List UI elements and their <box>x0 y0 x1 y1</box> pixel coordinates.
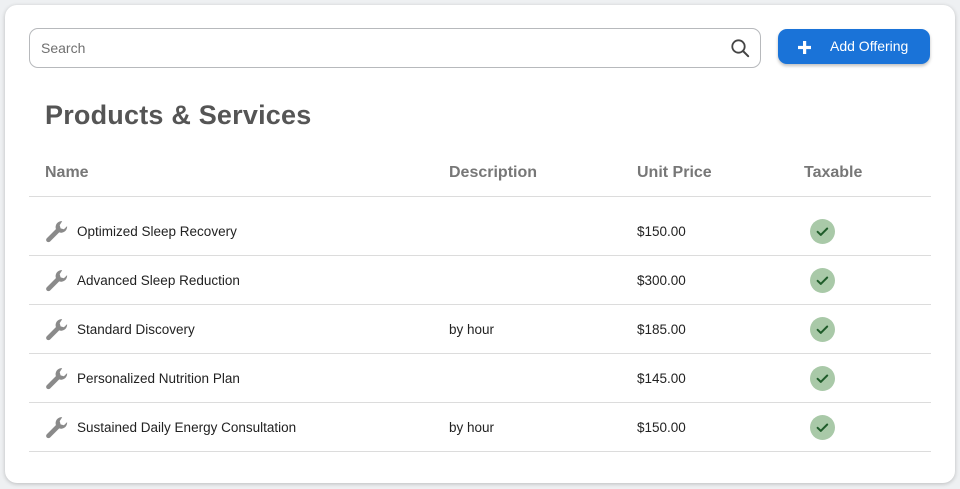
offering-name: Standard Discovery <box>77 322 195 337</box>
table-row[interactable]: Advanced Sleep Reduction $300.00 <box>29 256 931 305</box>
wrench-icon <box>46 221 68 243</box>
table-row[interactable]: Personalized Nutrition Plan $145.00 <box>29 354 931 403</box>
offering-name: Advanced Sleep Reduction <box>77 273 240 288</box>
check-circle-icon <box>810 415 835 440</box>
search-input[interactable] <box>41 29 721 67</box>
column-header-unit-price[interactable]: Unit Price <box>637 163 712 183</box>
table-row[interactable]: Optimized Sleep Recovery $150.00 <box>29 207 931 256</box>
table-row[interactable]: Standard Discovery by hour $185.00 <box>29 305 931 354</box>
wrench-icon <box>46 319 68 341</box>
column-header-description[interactable]: Description <box>449 163 537 183</box>
table-header: Name Description Unit Price Taxable <box>29 153 931 197</box>
add-offering-button[interactable]: Add Offering <box>778 29 930 64</box>
plus-icon <box>798 41 811 54</box>
offering-price: $150.00 <box>637 420 686 435</box>
column-header-name[interactable]: Name <box>45 163 89 183</box>
check-circle-icon <box>810 317 835 342</box>
table-row[interactable]: Sustained Daily Energy Consultation by h… <box>29 403 931 452</box>
offering-price: $185.00 <box>637 322 686 337</box>
offering-name: Optimized Sleep Recovery <box>77 224 237 239</box>
offering-price: $300.00 <box>637 273 686 288</box>
check-circle-icon <box>810 366 835 391</box>
wrench-icon <box>46 368 68 390</box>
offering-name: Personalized Nutrition Plan <box>77 371 240 386</box>
offering-name: Sustained Daily Energy Consultation <box>77 420 297 435</box>
search-box <box>29 28 761 68</box>
offering-description: by hour <box>449 420 495 435</box>
offering-description: by hour <box>449 322 495 337</box>
products-card: Add Offering Products & Services Name De… <box>5 5 955 483</box>
check-circle-icon <box>810 219 835 244</box>
page-title: Products & Services <box>45 100 312 130</box>
column-header-taxable[interactable]: Taxable <box>804 163 862 183</box>
wrench-icon <box>46 270 68 292</box>
wrench-icon <box>46 417 68 439</box>
search-icon[interactable] <box>730 38 750 58</box>
offerings-table: Name Description Unit Price Taxable Opti… <box>29 153 931 452</box>
table-body: Optimized Sleep Recovery $150.00 Advance… <box>29 207 931 452</box>
offering-price: $150.00 <box>637 224 686 239</box>
add-offering-label: Add Offering <box>830 38 909 54</box>
check-circle-icon <box>810 268 835 293</box>
offering-price: $145.00 <box>637 371 686 386</box>
